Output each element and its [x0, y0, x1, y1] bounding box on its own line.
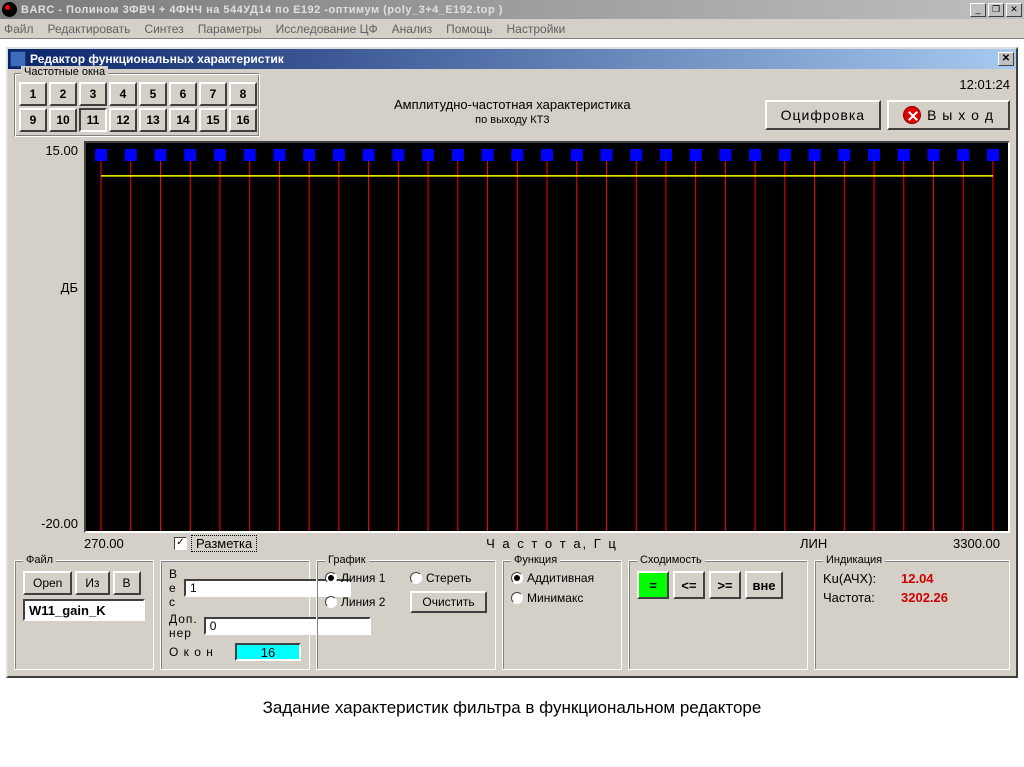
out-button[interactable]: вне: [745, 571, 783, 599]
minimize-button[interactable]: _: [970, 3, 986, 17]
freq-label: Частота:: [823, 590, 893, 605]
freq-window-4[interactable]: 4: [109, 82, 137, 106]
freq-window-9[interactable]: 9: [19, 108, 47, 132]
chart-subtitle: по выходу КТ3: [268, 114, 757, 126]
conv-panel-label: Сходимость: [637, 554, 705, 566]
freq-window-1[interactable]: 1: [19, 82, 47, 106]
clear-button[interactable]: Очистить: [410, 591, 487, 613]
chart-title: Амплитудно-частотная характеристика: [268, 97, 757, 112]
exit-button[interactable]: В ы х о д: [887, 100, 1010, 130]
ind-panel: Индикация Ku(АЧХ):12.04 Частота:3202.26: [814, 560, 1010, 670]
app-title: BARC - Полином 3ФВЧ + 4ФНЧ на 544УД14 по…: [21, 4, 970, 16]
file-panel: Файл Open Из В: [14, 560, 154, 670]
eq-button[interactable]: =: [637, 571, 669, 599]
freq-windows-group: Частотные окна 12345678910111213141516: [14, 73, 260, 137]
dop-label: Доп. нер: [169, 612, 198, 640]
editor-title-text: Редактор функциональных характеристик: [30, 52, 284, 66]
menu-file[interactable]: Файл: [4, 22, 34, 36]
freq-window-13[interactable]: 13: [139, 108, 167, 132]
additive-radio[interactable]: [511, 572, 523, 584]
exit-label: В ы х о д: [927, 107, 994, 123]
freq-window-5[interactable]: 5: [139, 82, 167, 106]
x-tick-min: 270.00: [84, 536, 174, 551]
line1-label: Линия 1: [341, 571, 385, 585]
freq-window-3[interactable]: 3: [79, 82, 107, 106]
markup-checkbox[interactable]: ✓: [174, 537, 187, 550]
ind-panel-label: Индикация: [823, 554, 885, 566]
freq-window-15[interactable]: 15: [199, 108, 227, 132]
func-panel-label: Функция: [511, 554, 560, 566]
freq-window-10[interactable]: 10: [49, 108, 77, 132]
minimax-label: Минимакс: [527, 591, 583, 605]
window-controls: _ ❐ ✕: [970, 3, 1022, 17]
x-tick-max: 3300.00: [930, 536, 1010, 551]
ku-label: Ku(АЧХ):: [823, 571, 893, 586]
weight-panel: В е с Доп. нер О к о н 16: [160, 560, 310, 670]
menu-analyze[interactable]: Анализ: [392, 22, 433, 36]
freq-window-14[interactable]: 14: [169, 108, 197, 132]
page-caption: Задание характеристик фильтра в функцион…: [0, 698, 1024, 718]
okon-value: 16: [235, 643, 301, 661]
ku-value: 12.04: [901, 571, 934, 586]
app-icon: [2, 2, 17, 17]
editor-close-button[interactable]: ✕: [998, 52, 1014, 66]
menubar: Файл Редактировать Синтез Параметры Иссл…: [0, 19, 1024, 39]
plot-area[interactable]: [84, 141, 1010, 533]
graph-panel: График Линия 1 Стереть Линия 2 Очистить: [316, 560, 496, 670]
freq-window-7[interactable]: 7: [199, 82, 227, 106]
freq-window-6[interactable]: 6: [169, 82, 197, 106]
graph-panel-label: График: [325, 554, 369, 566]
conv-panel: Сходимость = <= >= вне: [628, 560, 808, 670]
func-panel: Функция Аддитивная Минимакс: [502, 560, 622, 670]
freq-window-8[interactable]: 8: [229, 82, 257, 106]
additive-label: Аддитивная: [527, 571, 594, 585]
minimax-radio[interactable]: [511, 592, 523, 604]
x-scale-label: ЛИН: [800, 536, 930, 551]
y-axis-label: ДБ: [61, 280, 78, 295]
editor-window: Редактор функциональных характеристик ✕ …: [6, 47, 1018, 678]
freq-window-16[interactable]: 16: [229, 108, 257, 132]
weight-label: В е с: [169, 567, 178, 609]
line1-radio[interactable]: [325, 572, 337, 584]
app-titlebar: BARC - Полином 3ФВЧ + 4ФНЧ на 544УД14 по…: [0, 0, 1024, 19]
erase-radio[interactable]: [410, 572, 422, 584]
chart-title-area: Амплитудно-частотная характеристика по в…: [268, 73, 757, 126]
x-axis: 270.00 ✓ Разметка Ч а с т о т а, Г ц ЛИН…: [14, 535, 1010, 552]
freq-window-11[interactable]: 11: [79, 108, 107, 132]
freq-value: 3202.26: [901, 590, 948, 605]
menu-help[interactable]: Помощь: [446, 22, 492, 36]
close-button[interactable]: ✕: [1006, 3, 1022, 17]
line2-label: Линия 2: [341, 595, 385, 609]
open-button[interactable]: Open: [23, 571, 72, 595]
okon-label: О к о н: [169, 645, 229, 659]
editor-titlebar: Редактор функциональных характеристик ✕: [8, 49, 1016, 69]
le-button[interactable]: <=: [673, 571, 705, 599]
ge-button[interactable]: >=: [709, 571, 741, 599]
digitize-button[interactable]: Оцифровка: [765, 100, 881, 130]
editor-icon: [10, 51, 26, 67]
freq-window-12[interactable]: 12: [109, 108, 137, 132]
freq-windows-label: Частотные окна: [21, 66, 108, 78]
from-button[interactable]: Из: [75, 571, 109, 595]
y-tick-max: 15.00: [45, 143, 78, 158]
menu-settings[interactable]: Настройки: [507, 22, 566, 36]
freq-window-2[interactable]: 2: [49, 82, 77, 106]
clock: 12:01:24: [959, 77, 1010, 92]
y-axis: 15.00 ДБ -20.00: [14, 141, 84, 533]
menu-research[interactable]: Исследование ЦФ: [276, 22, 378, 36]
to-button[interactable]: В: [113, 571, 141, 595]
file-panel-label: Файл: [23, 554, 56, 566]
menu-params[interactable]: Параметры: [198, 22, 262, 36]
menu-edit[interactable]: Редактировать: [48, 22, 131, 36]
markup-label: Разметка: [191, 535, 257, 552]
maximize-button[interactable]: ❐: [988, 3, 1004, 17]
line2-radio[interactable]: [325, 596, 337, 608]
x-axis-label: Ч а с т о т а, Г ц: [304, 536, 800, 551]
y-tick-min: -20.00: [41, 516, 78, 531]
menu-synth[interactable]: Синтез: [144, 22, 183, 36]
filename-input[interactable]: [23, 599, 145, 621]
close-icon: [903, 106, 921, 124]
erase-label: Стереть: [426, 571, 471, 585]
